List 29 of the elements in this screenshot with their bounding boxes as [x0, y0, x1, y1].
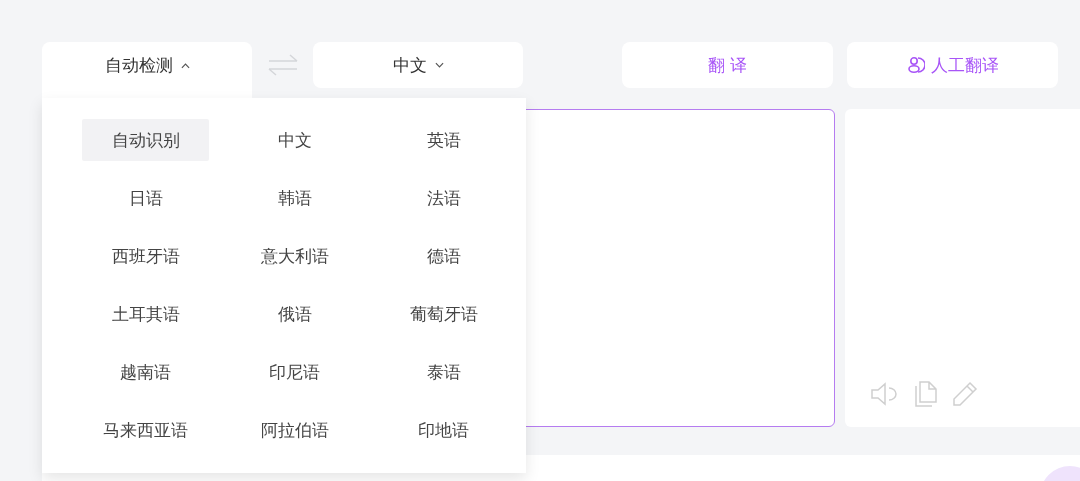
caret-icon: [180, 62, 190, 69]
language-option[interactable]: 日语: [82, 177, 209, 219]
language-option[interactable]: 俄语: [231, 293, 358, 335]
language-option[interactable]: 葡萄牙语: [380, 293, 507, 335]
language-option[interactable]: 自动识别: [82, 119, 209, 161]
caret-icon: [434, 62, 444, 68]
language-option[interactable]: 意大利语: [231, 235, 358, 277]
language-option[interactable]: 中文: [231, 119, 358, 161]
copy-icon[interactable]: [914, 381, 938, 407]
language-option[interactable]: 印尼语: [231, 351, 358, 393]
pencil-icon[interactable]: [952, 381, 978, 407]
language-option[interactable]: 阿拉伯语: [231, 409, 358, 451]
speaker-icon[interactable]: [870, 382, 900, 406]
language-option[interactable]: 泰语: [380, 351, 507, 393]
human-translate-button[interactable]: 人工翻译: [847, 42, 1058, 88]
language-option[interactable]: 法语: [380, 177, 507, 219]
language-option[interactable]: 西班牙语: [82, 235, 209, 277]
language-option[interactable]: 土耳其语: [82, 293, 209, 335]
language-option[interactable]: 马来西亚语: [82, 409, 209, 451]
swap-icon[interactable]: [267, 54, 299, 76]
language-option[interactable]: 韩语: [231, 177, 358, 219]
language-option[interactable]: 印地语: [380, 409, 507, 451]
source-language-button[interactable]: 自动检测: [42, 42, 252, 98]
language-option[interactable]: 越南语: [82, 351, 209, 393]
target-language-button[interactable]: 中文: [313, 42, 523, 88]
language-option[interactable]: 德语: [380, 235, 507, 277]
language-option[interactable]: 英语: [380, 119, 507, 161]
person-icon: [906, 56, 925, 74]
translate-button[interactable]: 翻 译: [622, 42, 833, 88]
